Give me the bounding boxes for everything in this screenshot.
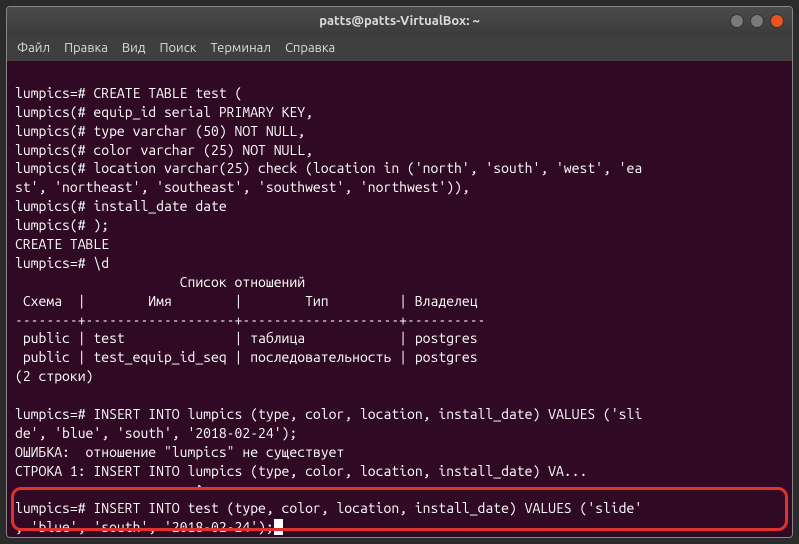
terminal-line: de', 'blue', 'south', '2018-02-24'); [15,425,297,441]
menu-view[interactable]: Вид [122,41,146,55]
terminal-line: lumpics=# \d [15,255,109,271]
window-controls [730,14,784,28]
terminal-line: lumpics(# location varchar(25) check (lo… [15,160,642,176]
terminal-window: patts@patts-VirtualBox: ~ Файл Правка Ви… [6,6,793,538]
terminal-line: lumpics(# ); [15,217,109,233]
terminal-line: ^ [15,482,203,498]
titlebar: patts@patts-VirtualBox: ~ [7,7,792,35]
terminal-line: st', 'northeast', 'southeast', 'southwes… [15,179,470,195]
menu-terminal[interactable]: Терминал [210,41,270,55]
terminal-line: lumpics(# color varchar (25) NOT NULL, [15,142,313,158]
terminal-line: СТРОКА 1: INSERT INTO lumpics (type, col… [15,463,587,479]
menu-file[interactable]: Файл [17,41,50,55]
terminal-line: Схема | Имя | Тип | Владелец [15,293,485,309]
close-button[interactable] [770,14,784,28]
terminal-area[interactable]: lumpics=# CREATE TABLE test ( lumpics(# … [7,61,792,537]
maximize-button[interactable] [750,14,764,28]
menubar: Файл Правка Вид Поиск Терминал Справка [7,35,792,61]
terminal-line: lumpics(# type varchar (50) NOT NULL, [15,123,305,139]
terminal-line: --------+-------------------+-----------… [15,312,485,328]
menu-help[interactable]: Справка [285,41,335,55]
terminal-line: CREATE TABLE [15,236,109,252]
terminal-line: lumpics=# CREATE TABLE test ( [15,85,242,101]
menu-edit[interactable]: Правка [64,41,108,55]
terminal-line: Список отношений [15,274,305,290]
terminal-line: lumpics=# INSERT INTO test (type, color,… [15,500,642,516]
terminal-line: lumpics(# equip_id serial PRIMARY KEY, [15,104,313,120]
terminal-line: public | test_equip_id_seq | последовате… [15,349,478,365]
terminal-line: lumpics=# INSERT INTO lumpics (type, col… [15,406,642,422]
cursor-icon [274,519,283,535]
terminal-line: lumpics(# install_date date [15,198,227,214]
window-title: patts@patts-VirtualBox: ~ [319,14,480,28]
minimize-button[interactable] [730,14,744,28]
terminal-line: ОШИБКА: отношение "lumpics" не существуе… [15,444,344,460]
terminal-line: public | test | таблица | postgres [15,330,478,346]
terminal-line: (2 строки) [15,368,93,384]
terminal-line: , 'blue', 'south', '2018-02-24'); [15,519,274,535]
menu-search[interactable]: Поиск [159,41,196,55]
